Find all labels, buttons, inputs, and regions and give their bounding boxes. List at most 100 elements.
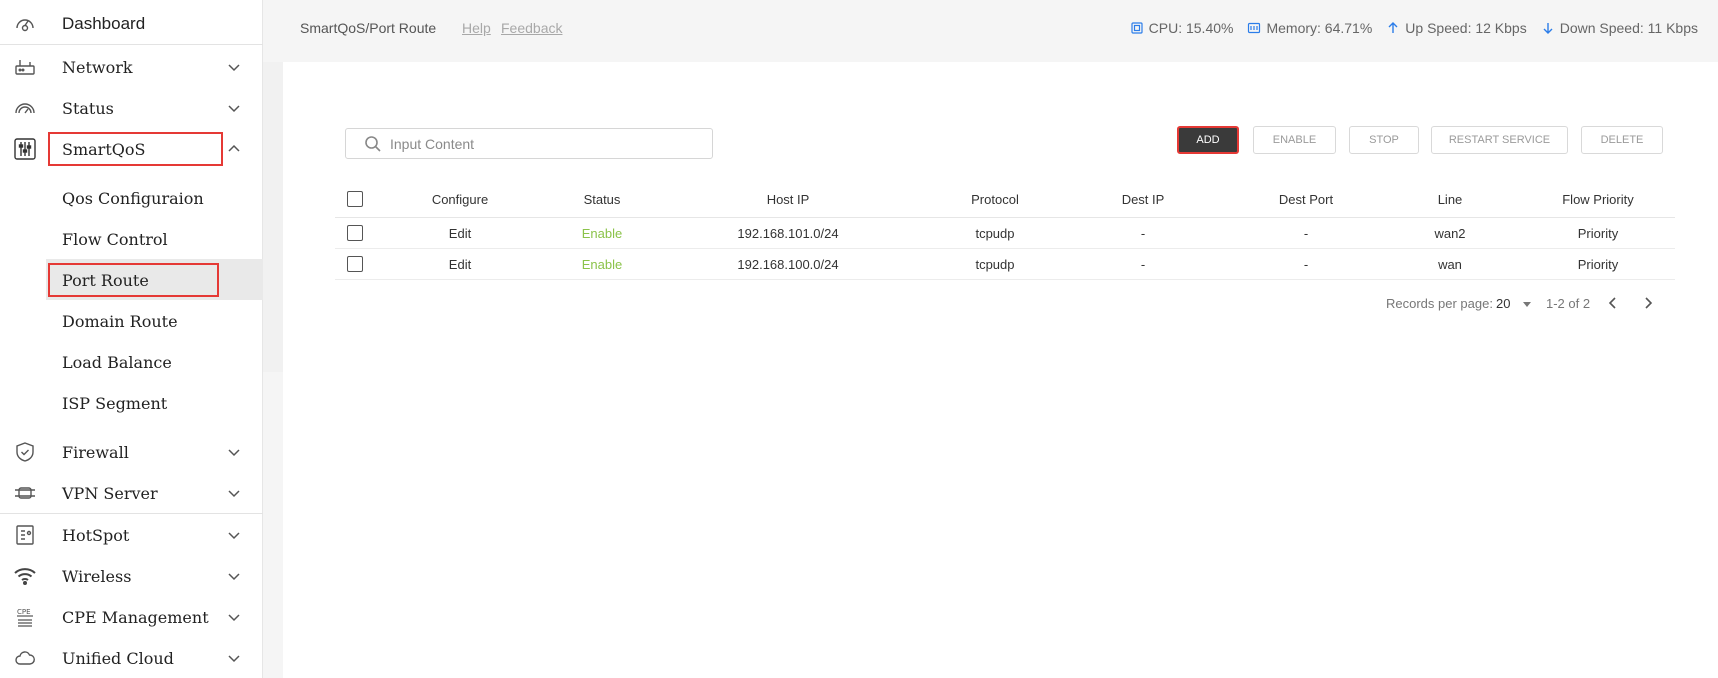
submenu-item-isp-segment[interactable]: ISP Segment: [0, 383, 263, 423]
breadcrumb: SmartQoS/Port Route: [300, 20, 437, 36]
up-speed-stat: Up Speed: 12 Kbps: [1386, 20, 1527, 36]
svg-text:CPE: CPE: [17, 608, 31, 616]
down-speed-value: Down Speed: 11 Kbps: [1559, 20, 1698, 36]
column-header: Line: [1437, 192, 1463, 207]
sidebar-label: Firewall: [62, 442, 129, 462]
sidebar-item-firewall[interactable]: Firewall: [0, 432, 263, 472]
help-link[interactable]: Help: [462, 20, 491, 36]
submenu-label: Load Balance: [62, 352, 172, 372]
chevron-down-icon[interactable]: [226, 527, 242, 543]
column-header: Host IP: [766, 192, 810, 207]
delete-button[interactable]: DELETE: [1581, 126, 1663, 154]
vpn-icon: [12, 480, 38, 506]
line-value: wan2: [1434, 225, 1466, 241]
up-speed-value: Up Speed: 12 Kbps: [1405, 20, 1527, 36]
submenu-label: ISP Segment: [62, 393, 168, 413]
search-icon: [365, 136, 381, 152]
top-bar: SmartQoS/Port Route Help Feedback CPU: 1…: [263, 0, 1718, 60]
flow-priority-value: Priority: [1577, 225, 1619, 241]
sidebar-item-vpn-server[interactable]: VPN Server: [0, 473, 263, 513]
down-speed-stat: Down Speed: 11 Kbps: [1541, 20, 1698, 36]
sidebar-item-wireless[interactable]: Wireless: [0, 556, 263, 596]
cpu-icon: [1131, 22, 1143, 34]
chevron-down-icon[interactable]: [226, 568, 242, 584]
per-page-select[interactable]: 20: [1496, 296, 1532, 311]
enable-button[interactable]: ENABLE: [1253, 126, 1336, 154]
caret-down-icon: [1523, 301, 1532, 307]
hotspot-icon: [12, 522, 38, 548]
select-all-checkbox[interactable]: [347, 191, 363, 207]
search-box[interactable]: [345, 128, 713, 159]
page-range: 1-2 of 2: [1546, 296, 1591, 311]
sidebar-item-dashboard[interactable]: Dashboard: [0, 4, 263, 44]
system-stats: CPU: 15.40% Memory: 64.71% Up Speed: 12 …: [1130, 20, 1698, 36]
edit-link[interactable]: Edit: [405, 249, 515, 279]
protocol-value: tcpudp: [975, 225, 1015, 241]
chevron-down-icon[interactable]: [226, 650, 242, 666]
sidebar-item-cpe-management[interactable]: CPE CPE Management: [0, 597, 263, 637]
cloud-icon: [12, 645, 38, 671]
divider: [0, 44, 263, 45]
sidebar-label: CPE Management: [62, 607, 209, 627]
port-route-table: Configure Status Host IP Protocol Dest I…: [335, 182, 1675, 280]
chevron-down-icon[interactable]: [226, 485, 242, 501]
sidebar-item-status[interactable]: Status: [0, 88, 263, 128]
sidebar-item-hotspot[interactable]: HotSpot: [0, 515, 263, 555]
dashboard-icon: [12, 11, 38, 37]
stop-button[interactable]: STOP: [1349, 126, 1419, 154]
cpu-stat: CPU: 15.40%: [1130, 20, 1233, 36]
column-header: Dest Port: [1278, 192, 1334, 207]
submenu-item-flow-control[interactable]: Flow Control: [0, 219, 263, 259]
memory-stat: Memory: 64.71%: [1247, 20, 1372, 36]
sidebar-item-network[interactable]: Network: [0, 47, 263, 87]
highlight-box: [48, 132, 223, 166]
restart-service-button[interactable]: RESTART SERVICE: [1431, 126, 1568, 154]
row-checkbox[interactable]: [347, 225, 363, 241]
sidebar-label: HotSpot: [62, 525, 130, 545]
chevron-left-icon: [1608, 297, 1616, 309]
dest-port-value: -: [1303, 225, 1309, 241]
add-button[interactable]: ADD: [1177, 126, 1239, 154]
edit-link[interactable]: Edit: [405, 218, 515, 248]
chevron-down-icon[interactable]: [226, 59, 242, 75]
memory-icon: [1248, 22, 1261, 34]
shield-icon: [12, 439, 38, 465]
sidebar: Dashboard Network Status SmartQoS Qos Co…: [0, 0, 263, 678]
records-per-page-label: Records per page:: [1386, 296, 1493, 311]
column-header: Dest IP: [1121, 192, 1165, 207]
row-checkbox[interactable]: [347, 256, 363, 272]
submenu-label: Flow Control: [62, 229, 168, 249]
feedback-link[interactable]: Feedback: [501, 20, 562, 36]
host-ip-value: 192.168.100.0/24: [737, 256, 839, 272]
divider: [0, 513, 263, 514]
submenu-item-load-balance[interactable]: Load Balance: [0, 342, 263, 382]
chevron-down-icon[interactable]: [226, 100, 242, 116]
per-page-value: 20: [1496, 296, 1511, 311]
status-value: Enable: [581, 256, 623, 272]
column-header: Protocol: [971, 192, 1019, 207]
dest-port-value: -: [1303, 256, 1309, 272]
line-value: wan: [1438, 256, 1462, 272]
next-page-button[interactable]: [1641, 296, 1655, 310]
memory-value: Memory: 64.71%: [1266, 20, 1373, 36]
host-ip-value: 192.168.101.0/24: [737, 225, 839, 241]
sidebar-label: Wireless: [62, 566, 132, 586]
sidebar-item-unified-cloud[interactable]: Unified Cloud: [0, 638, 263, 678]
search-input[interactable]: [390, 133, 690, 155]
dest-ip-value: -: [1140, 225, 1146, 241]
protocol-value: tcpudp: [975, 256, 1015, 272]
wifi-icon: [12, 563, 38, 589]
chevron-down-icon[interactable]: [226, 609, 242, 625]
submenu-label: Domain Route: [62, 311, 178, 331]
chevron-up-icon[interactable]: [226, 141, 242, 157]
column-header: Flow Priority: [1562, 192, 1634, 207]
prev-page-button[interactable]: [1606, 296, 1620, 310]
table-row: Edit Enable 192.168.101.0/24 tcpudp - - …: [335, 218, 1675, 249]
status-value: Enable: [581, 225, 623, 241]
submenu-item-qos-configuration[interactable]: Qos Configuraion: [0, 178, 263, 218]
arrow-down-icon: [1543, 23, 1553, 34]
panel-gutter: [263, 62, 283, 372]
submenu-item-domain-route[interactable]: Domain Route: [0, 301, 263, 341]
sliders-icon: [12, 136, 38, 162]
chevron-down-icon[interactable]: [226, 444, 242, 460]
